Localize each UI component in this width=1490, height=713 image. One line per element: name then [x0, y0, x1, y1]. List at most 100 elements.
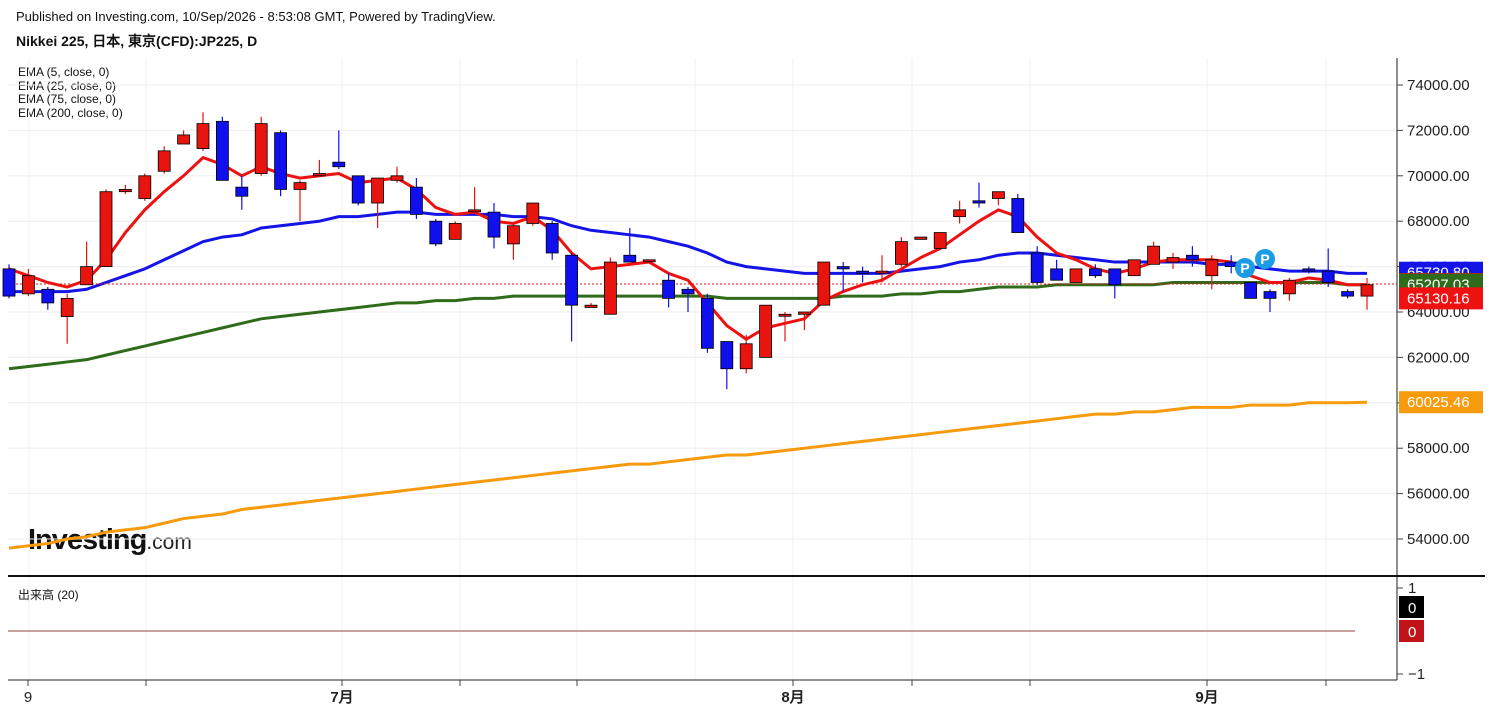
candle-body [604, 261, 617, 315]
candle-body [1302, 268, 1316, 272]
candle [119, 184, 132, 194]
price-tag-label: 65130.16 [1407, 290, 1470, 307]
candle [1127, 259, 1141, 277]
candle [933, 232, 947, 249]
price-tag: 65130.16 [1399, 287, 1483, 310]
x-tick-label: 9月 [1195, 689, 1218, 706]
candle-body [138, 175, 152, 199]
y-tick-label: 68000.00 [1407, 213, 1470, 230]
candle-body [526, 202, 540, 224]
volume-tick: 1 [1408, 580, 1416, 597]
candle-body [972, 200, 986, 204]
candle [584, 302, 598, 308]
candle-body [1050, 268, 1063, 281]
candle-body [119, 189, 132, 193]
candle [99, 189, 113, 268]
candle [351, 175, 365, 206]
candle-body [312, 173, 326, 177]
candle [992, 191, 1005, 206]
candle [1321, 248, 1335, 288]
candle [817, 261, 831, 306]
candle-body [817, 261, 831, 306]
candle-body [1089, 268, 1102, 277]
candle-body [1244, 282, 1257, 299]
price-tag-label: 60025.46 [1407, 394, 1470, 411]
candle-body [759, 304, 772, 358]
candle-body [332, 161, 346, 168]
volume-axis[interactable]: 1 −1 0 0 [1397, 580, 1425, 683]
candle [1263, 289, 1277, 312]
candle [60, 293, 74, 344]
candle-body [21, 275, 35, 295]
candle [545, 221, 559, 260]
candle-body [293, 182, 307, 190]
candle [138, 173, 152, 201]
y-tick-label: 54000.00 [1407, 531, 1470, 548]
candle-body [390, 175, 404, 181]
candle-body [409, 186, 423, 215]
candle-body [429, 220, 443, 245]
marker-label: P [1260, 251, 1269, 267]
candle [1283, 277, 1296, 301]
candle-body [1030, 252, 1044, 283]
candle-body [371, 177, 385, 204]
candle-body [60, 297, 74, 317]
candle [293, 180, 307, 222]
candle-body [720, 341, 734, 370]
candle [681, 287, 695, 312]
candle [720, 341, 734, 390]
y-tick-label: 70000.00 [1407, 168, 1470, 185]
candle-body [681, 288, 695, 295]
candle [487, 203, 501, 249]
candles [2, 112, 1374, 390]
y-tick-label: 58000.00 [1407, 440, 1470, 457]
candle-body [545, 223, 559, 254]
price-axis[interactable]: 54000.0056000.0058000.0060000.0062000.00… [1397, 77, 1470, 548]
candle [177, 130, 191, 145]
y-tick-label: 72000.00 [1407, 122, 1470, 139]
y-tick-label: 62000.00 [1407, 349, 1470, 366]
candle-body [1127, 259, 1141, 277]
candle [1244, 282, 1257, 299]
candle [1069, 268, 1083, 283]
candle [80, 241, 93, 286]
candle [604, 257, 617, 315]
y-tick-label: 56000.00 [1407, 486, 1470, 503]
candle [390, 166, 404, 183]
candle [972, 182, 986, 208]
candle [1050, 259, 1063, 281]
candle [274, 130, 288, 197]
candle [409, 178, 423, 219]
candle [448, 221, 462, 240]
candle-body [1186, 254, 1199, 261]
candle-body [215, 120, 229, 181]
candle-body [565, 254, 578, 306]
price-chart[interactable]: P P 54000.0056000.0058000.0060000.006200… [0, 0, 1490, 713]
candle [1108, 268, 1122, 299]
candle-body [177, 134, 191, 145]
candle [41, 287, 55, 310]
candle-body [1147, 245, 1160, 265]
candle-body [992, 191, 1005, 199]
candle-body [99, 191, 113, 268]
candle [332, 130, 346, 169]
candle-body [1166, 257, 1180, 263]
time-axis[interactable]: 9 7月 8月 9月 [24, 680, 1327, 706]
candle [157, 146, 171, 174]
candle-body [701, 297, 714, 349]
candle [565, 252, 578, 342]
candle [196, 112, 210, 151]
candle-body [1263, 291, 1277, 299]
candle [914, 236, 928, 240]
candle-body [351, 175, 365, 204]
volume-value: 0 [1408, 624, 1416, 641]
event-marker-1[interactable]: P [1235, 258, 1255, 278]
candle-body [623, 254, 637, 263]
candle-body [80, 266, 93, 286]
event-marker-2[interactable]: P [1255, 249, 1275, 269]
candle-body [642, 259, 656, 263]
candle [1011, 193, 1025, 233]
candle [1147, 241, 1160, 265]
candle-body [235, 186, 249, 197]
candle [836, 262, 850, 292]
